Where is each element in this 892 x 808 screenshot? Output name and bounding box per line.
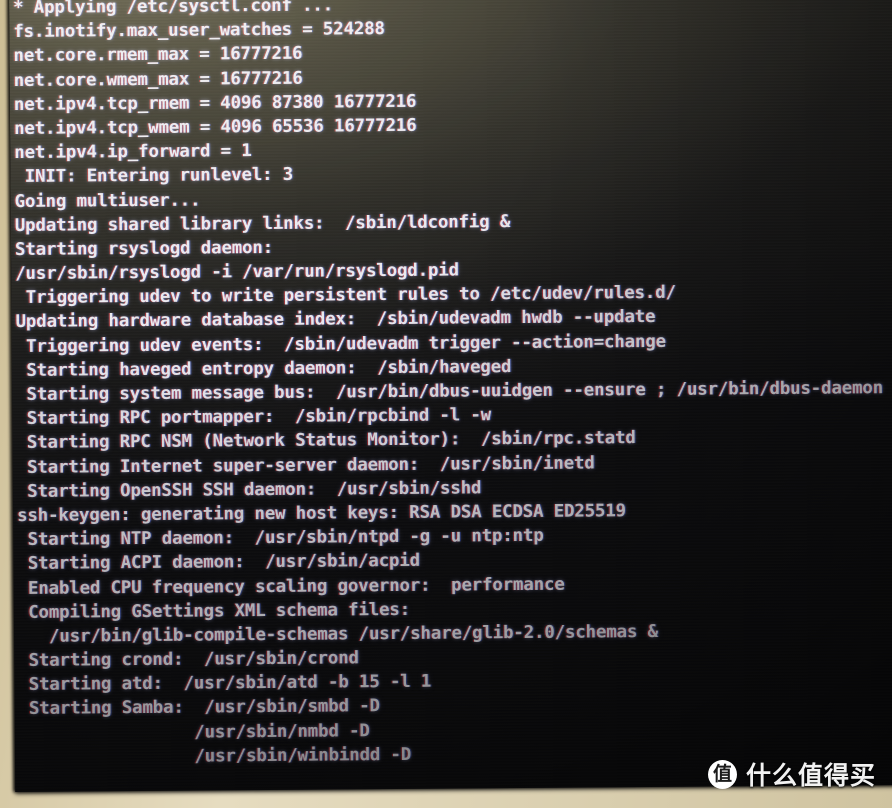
smzdm-watermark: 值 什么值得买 <box>707 756 876 792</box>
boot-console-output: * Applying /etc/sysctl.conf ... fs.inotif… <box>13 0 892 792</box>
smzdm-watermark-label: 什么值得买 <box>745 761 876 790</box>
monitor-photo: * Applying /etc/sysctl.conf ... fs.inotif… <box>0 0 892 808</box>
monitor-screen: * Applying /etc/sysctl.conf ... fs.inotif… <box>9 0 892 792</box>
smzdm-logo-icon: 值 <box>707 759 737 789</box>
